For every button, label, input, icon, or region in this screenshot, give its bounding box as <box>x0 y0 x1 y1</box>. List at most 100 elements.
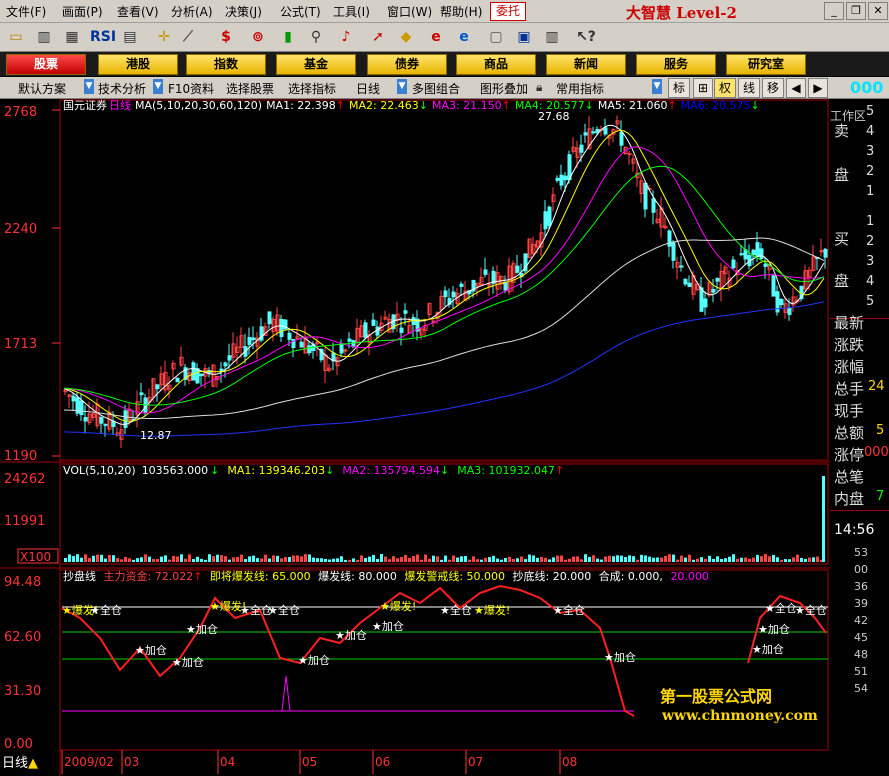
volume-bar <box>208 554 211 562</box>
nav-research[interactable]: 研究室 <box>726 54 806 75</box>
tab-mark[interactable]: 标 <box>668 78 690 98</box>
menu-analysis[interactable]: 分析(A) <box>171 3 213 20</box>
volume-bar <box>356 559 359 562</box>
candle-body <box>563 175 568 181</box>
grid-icon[interactable]: ▤ <box>120 27 140 47</box>
notes-icon[interactable]: ▢ <box>486 27 506 47</box>
minimize-icon[interactable]: _ <box>824 2 844 20</box>
multi-chart[interactable]: 多图组合 <box>412 80 460 97</box>
volume-bar <box>240 554 243 562</box>
nav-fund[interactable]: 基金 <box>276 54 356 75</box>
kline-icon[interactable]: ▥ <box>34 27 54 47</box>
diamond-icon[interactable]: ◆ <box>396 27 416 47</box>
volume-bar <box>80 557 83 562</box>
ind-near-burst: 即将爆发线: 65.000 <box>210 569 311 583</box>
candle-body <box>683 278 688 285</box>
f10-info[interactable]: F10资料 <box>168 80 214 97</box>
inner-vol-value: 7 <box>876 489 885 504</box>
x-tick-label: 07 <box>468 755 483 769</box>
binoculars-icon[interactable]: ⚲ <box>306 27 326 47</box>
volume-bar <box>92 555 95 562</box>
crosshair-icon[interactable]: ✛ <box>154 27 174 47</box>
globe-icon[interactable]: e <box>454 27 474 47</box>
tab-rights[interactable]: 权 <box>714 78 736 98</box>
arrow-left-icon[interactable]: ◀ <box>786 78 806 98</box>
dollar-icon[interactable]: $ <box>216 27 236 47</box>
volume-bar <box>784 559 787 562</box>
volume-bar <box>488 557 491 562</box>
volume-bar <box>572 556 575 562</box>
candle-body <box>219 368 224 372</box>
menu-help[interactable]: 帮助(H) <box>440 3 482 20</box>
tab-line[interactable]: 线 <box>738 78 760 98</box>
indicator-header: 抄盘线 主力资金: 72.022↑ 即将爆发线: 65.000 爆发线: 80.… <box>63 569 709 583</box>
ruler-icon[interactable]: ⟋ <box>178 27 198 47</box>
glasses-icon[interactable]: ⊚ <box>248 27 268 47</box>
menu-decision[interactable]: 决策(J) <box>225 3 262 20</box>
period-daily[interactable]: 日线 <box>356 80 380 97</box>
candle-body <box>739 253 744 256</box>
chart-area[interactable]: 国元证券 日线 MA(5,10,20,30,60,120) MA1: 22.398↑ M… <box>0 98 830 776</box>
arrow-up-icon[interactable]: ➚ <box>368 27 388 47</box>
candle-body <box>71 395 76 402</box>
sell-level: 2 <box>866 164 875 179</box>
lock-icon[interactable]: 🔒︎ <box>536 80 542 95</box>
ind-main-capital: 主力资金: 72.022 <box>104 569 194 583</box>
dropdown-arrow-icon[interactable]: ▼ <box>84 79 94 94</box>
candle-body <box>175 377 180 383</box>
entrust-button[interactable]: 委托 <box>490 2 526 21</box>
volume-bar <box>796 554 799 562</box>
menu-tools[interactable]: 工具(I) <box>333 3 370 20</box>
scheme-default[interactable]: 默认方案 <box>18 80 66 97</box>
buy-level: 2 <box>866 234 875 249</box>
dropdown-arrow-icon[interactable]: ▼ <box>153 79 163 94</box>
chart-icon[interactable]: ▦ <box>62 27 82 47</box>
candle-body <box>751 249 756 256</box>
dropdown-arrow-icon[interactable]: ▼ <box>397 79 407 94</box>
chart-overlay[interactable]: 图形叠加 <box>480 80 528 97</box>
select-stock[interactable]: 选择股票 <box>226 80 274 97</box>
volume-bar <box>776 557 779 562</box>
window-icon[interactable]: ▣ <box>514 27 534 47</box>
crosshair-toggle-icon[interactable]: ⊞ <box>693 78 713 98</box>
help-pointer-icon[interactable]: ↖? <box>576 27 596 47</box>
volume-bar <box>244 559 247 562</box>
nav-news[interactable]: 新闻 <box>546 54 626 75</box>
volume-bar <box>700 557 703 562</box>
rsi-icon[interactable]: RSI <box>90 27 116 47</box>
candle-body <box>251 337 256 341</box>
select-indicator[interactable]: 选择指标 <box>288 80 336 97</box>
volume-bar <box>448 559 451 562</box>
nav-stock[interactable]: 股票 <box>6 54 86 75</box>
nav-index[interactable]: 指数 <box>186 54 266 75</box>
tick-time-item: 36 <box>854 580 868 593</box>
menu-file[interactable]: 文件(F) <box>6 3 46 20</box>
menu-view[interactable]: 查看(V) <box>117 3 159 20</box>
nav-commodity[interactable]: 商品 <box>456 54 536 75</box>
nav-service[interactable]: 服务 <box>636 54 716 75</box>
nav-bond[interactable]: 债券 <box>367 54 447 75</box>
close-icon[interactable]: ✕ <box>868 2 888 20</box>
tick-time-item: 42 <box>854 614 868 627</box>
arrow-right-icon[interactable]: ▶ <box>808 78 828 98</box>
trend-arrow-icon: ↑ <box>336 99 345 112</box>
triangle-up-icon: ▲ <box>28 756 39 771</box>
menu-formula[interactable]: 公式(T) <box>280 3 321 20</box>
common-indicator[interactable]: 常用指标 <box>556 80 604 97</box>
books-icon[interactable]: ▥ <box>542 27 562 47</box>
menu-view-pane[interactable]: 画面(P) <box>62 3 103 20</box>
candle-body <box>787 307 792 315</box>
menu-window[interactable]: 窗口(W) <box>387 3 432 20</box>
restore-icon[interactable]: ❐ <box>846 2 866 20</box>
tech-analysis[interactable]: 技术分析 <box>98 80 146 97</box>
timeframe-label[interactable]: 日线▲ <box>2 752 39 771</box>
volume-bar <box>752 557 755 562</box>
bars-icon[interactable]: ▮ <box>278 27 298 47</box>
nav-hk-stock[interactable]: 港股 <box>98 54 178 75</box>
ind-y-tick: 31.30 <box>4 684 41 699</box>
dropdown-arrow-icon[interactable]: ▼ <box>652 79 662 94</box>
tab-move[interactable]: 移 <box>762 78 784 98</box>
e-icon[interactable]: e <box>426 27 446 47</box>
open-folder-icon[interactable]: ▭ <box>6 27 26 47</box>
bell-icon[interactable]: ♪ <box>336 27 356 47</box>
